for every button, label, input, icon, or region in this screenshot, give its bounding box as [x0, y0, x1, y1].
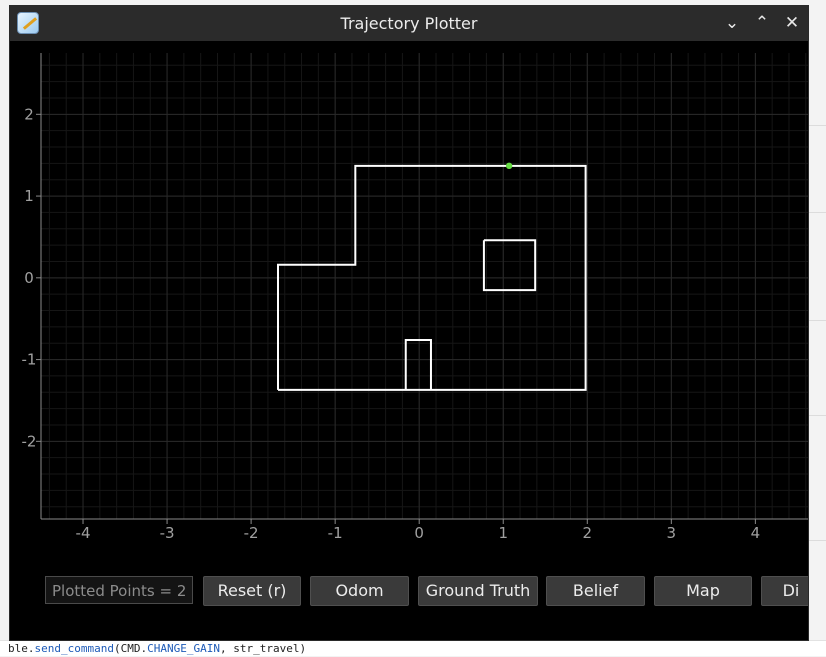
code-middle: (CMD.	[113, 642, 148, 655]
x-tick-label: -2	[244, 524, 259, 542]
code-editor-line: ble.send_command(CMD.CHANGE_GAIN, str_tr…	[0, 640, 826, 656]
y-tick-label: -1	[22, 351, 37, 369]
y-tick-label: 1	[24, 187, 34, 205]
title-bar[interactable]: Trajectory Plotter ⌄ ⌃ ✕	[10, 6, 808, 41]
position-point	[505, 162, 513, 170]
x-tick-label: 4	[751, 524, 761, 542]
code-suffix: , str_travel)	[219, 642, 307, 655]
plot-area[interactable]: -4 -3 -2 -1 0 1 2 3 4 2 1 0 -1 -2	[10, 41, 809, 566]
x-tick-label: 2	[583, 524, 593, 542]
map-button[interactable]: Map	[654, 576, 752, 606]
code-function: send_command	[34, 642, 114, 655]
editor-rule	[808, 320, 826, 321]
editor-rule	[808, 212, 826, 213]
x-tick-label: -4	[76, 524, 91, 542]
plotted-points-field: Plotted Points = 2	[45, 576, 193, 604]
control-bar: Plotted Points = 2 Reset (r) Odom Ground…	[10, 566, 808, 640]
plot-background	[41, 53, 808, 519]
belief-button[interactable]: Belief	[546, 576, 645, 606]
y-tick-label: 0	[24, 269, 34, 287]
x-tick-label: -3	[160, 524, 175, 542]
reset-button[interactable]: Reset (r)	[203, 576, 301, 606]
editor-rule	[808, 125, 826, 126]
trajectory-plotter-window: Trajectory Plotter ⌄ ⌃ ✕ -4 -3 -2 -1 0 1 2 3 4 2 1…	[9, 5, 809, 641]
x-tick-label: -1	[328, 524, 343, 542]
y-tick-label: -2	[22, 432, 37, 450]
x-tick-label: 3	[667, 524, 677, 542]
distribution-button[interactable]: Di	[761, 576, 808, 606]
y-tick-label: 2	[24, 105, 34, 123]
odom-button[interactable]: Odom	[310, 576, 409, 606]
trajectory-plot[interactable]: -4 -3 -2 -1 0 1 2 3 4 2 1 0 -1 -2	[10, 41, 809, 566]
close-icon[interactable]: ✕	[780, 11, 804, 35]
window-title: Trajectory Plotter	[340, 14, 478, 33]
code-constant: CHANGE_GAIN	[147, 642, 220, 655]
x-tick-label: 1	[498, 524, 508, 542]
editor-rule	[808, 415, 826, 416]
ground-truth-button[interactable]: Ground Truth	[418, 576, 538, 606]
maximize-icon[interactable]: ⌃	[750, 11, 774, 35]
editor-rule	[808, 540, 826, 541]
code-prefix: ble.	[8, 642, 35, 655]
minimize-icon[interactable]: ⌄	[720, 11, 744, 35]
x-tick-label: 0	[414, 524, 424, 542]
